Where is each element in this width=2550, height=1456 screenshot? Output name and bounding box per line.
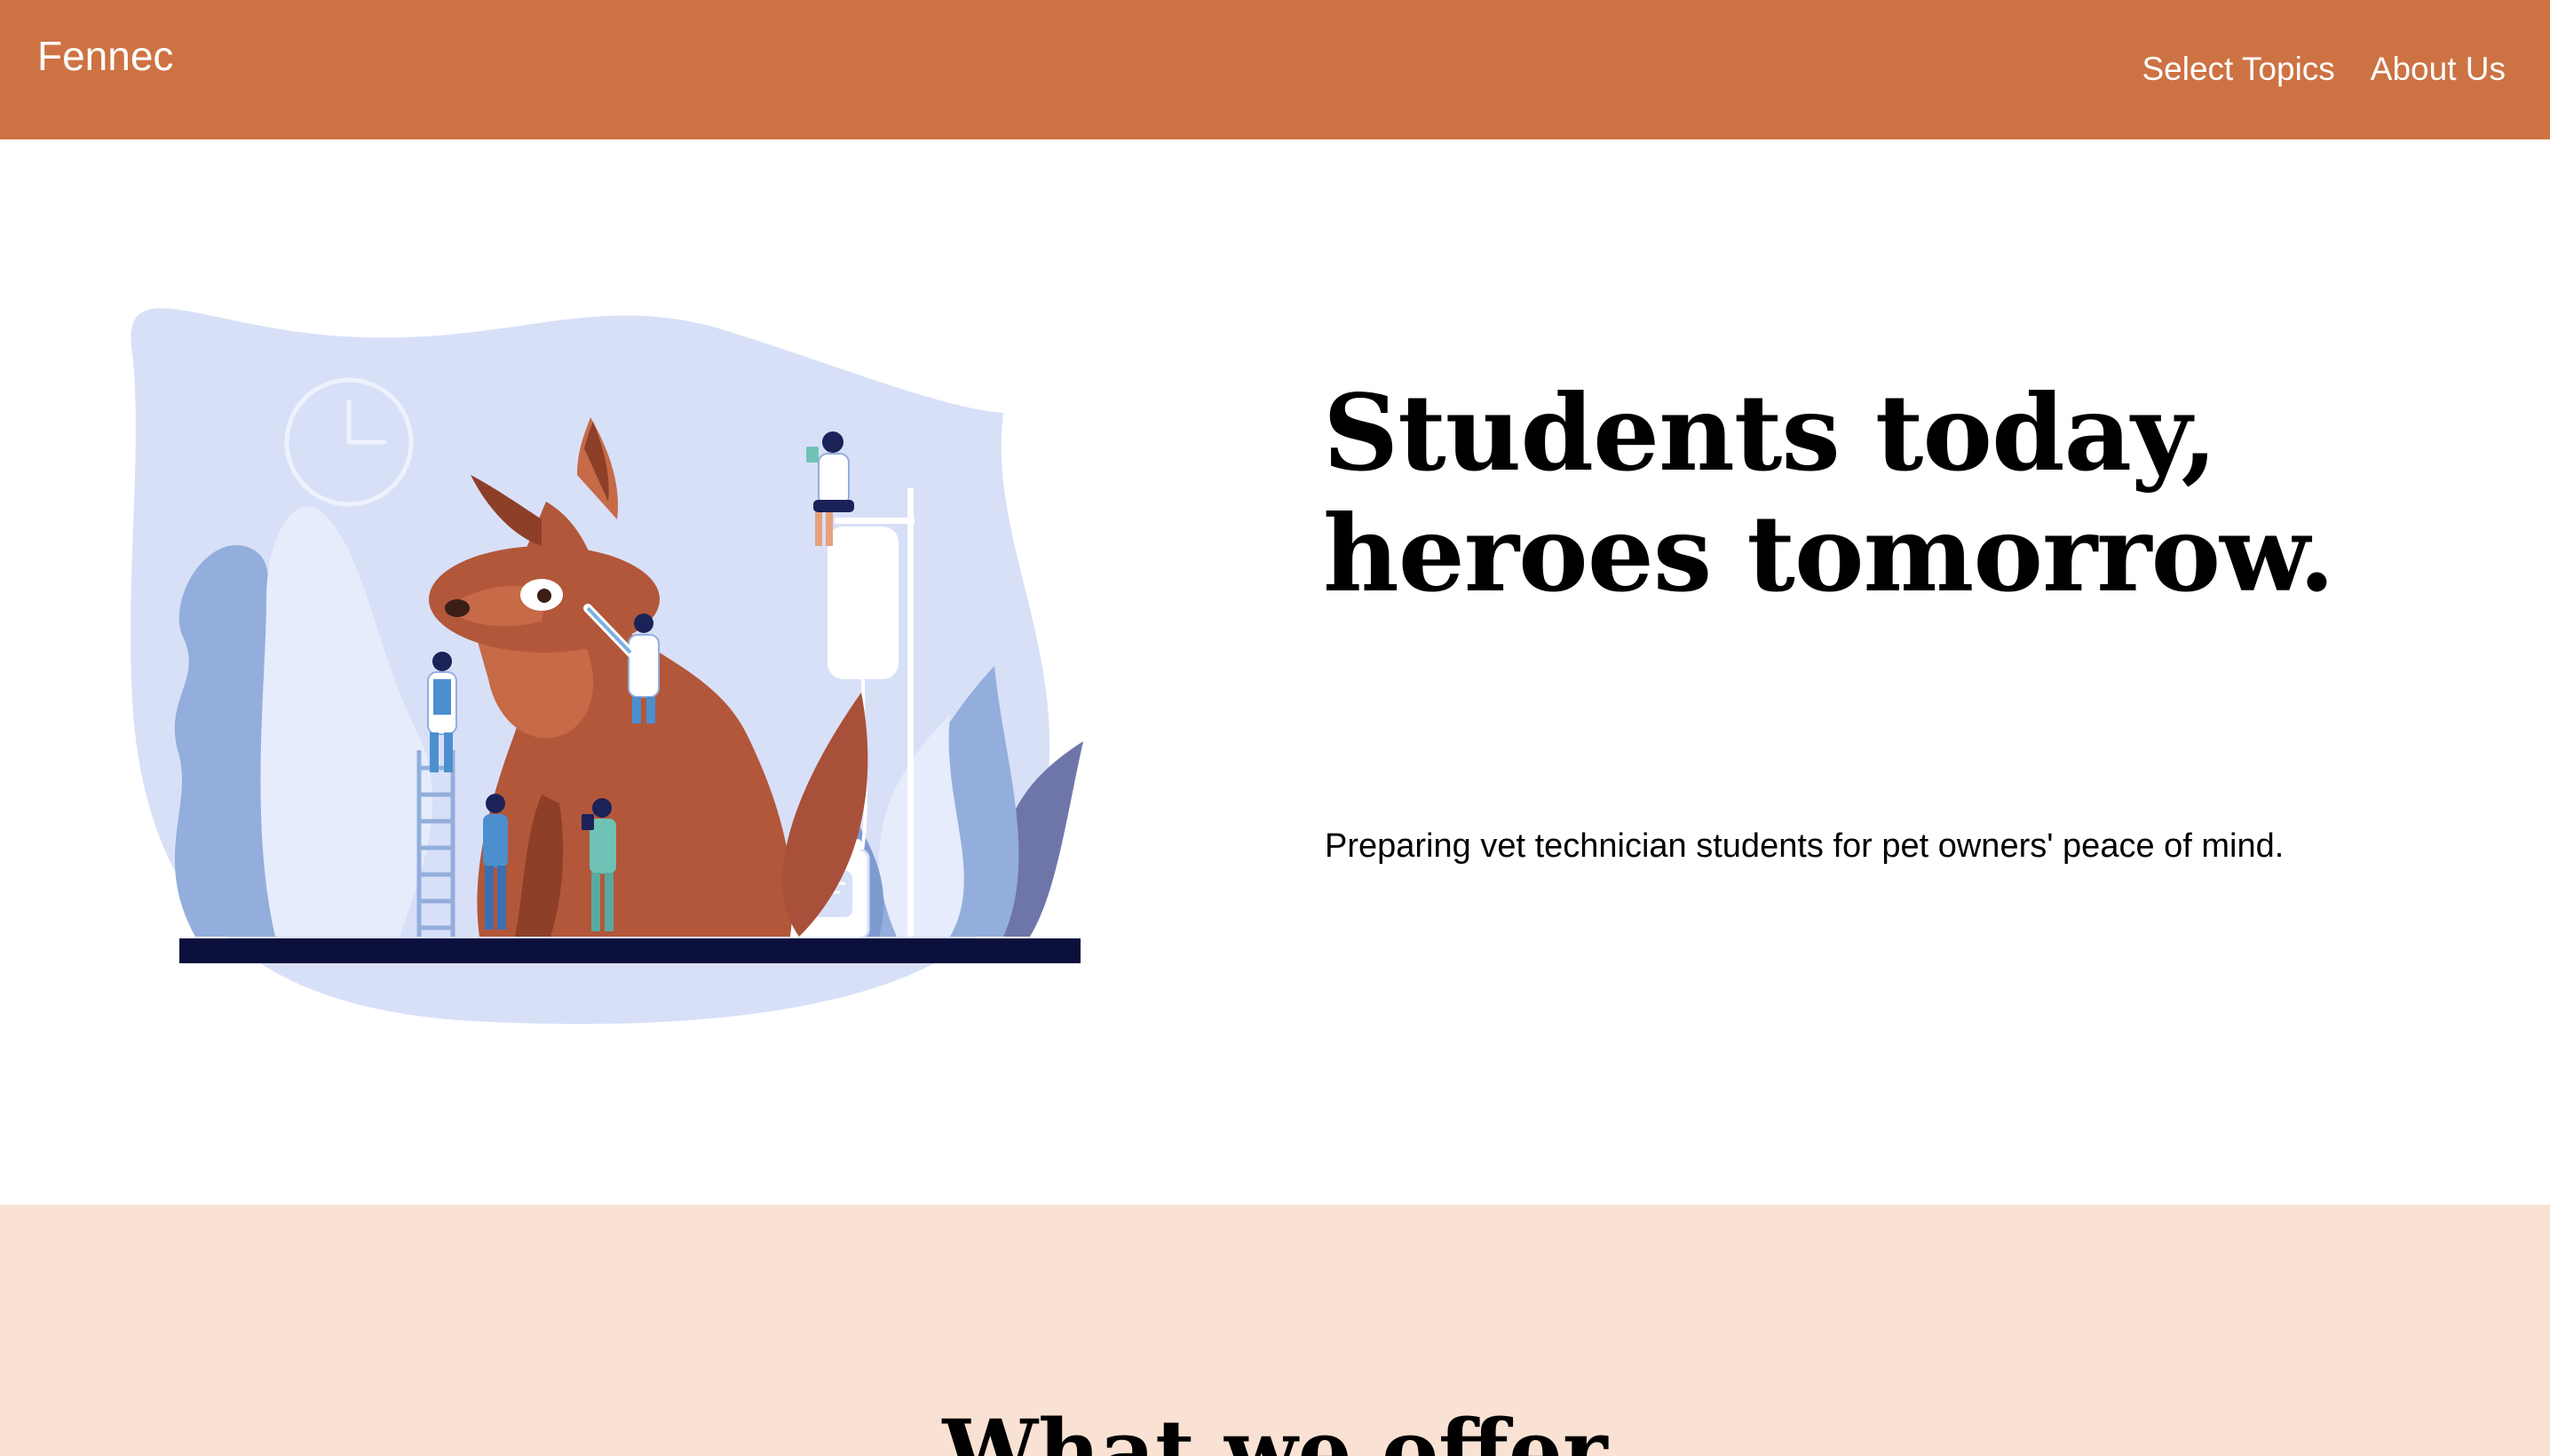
hero-subtitle: Preparing vet technician students for pe… xyxy=(1325,827,2285,865)
hero-title-line-1: Students today, xyxy=(1323,371,2217,495)
nav-links: Select Topics About Us xyxy=(2142,51,2506,88)
nav-link-select-topics[interactable]: Select Topics xyxy=(2142,51,2334,88)
hero-title: Students today, heroes tomorrow. xyxy=(1323,371,2335,615)
top-navbar: Fennec Select Topics About Us xyxy=(0,0,2550,139)
nav-link-about-us[interactable]: About Us xyxy=(2371,51,2506,88)
what-we-offer-section: What we offer xyxy=(0,1205,2550,1456)
hero-title-line-2: heroes tomorrow. xyxy=(1323,492,2335,615)
what-we-offer-heading: What we offer xyxy=(942,1401,1608,1456)
ground-bar xyxy=(179,938,1081,963)
iv-bag xyxy=(828,526,899,679)
iv-arm xyxy=(835,518,915,524)
veterinary-dog-illustration xyxy=(131,308,1083,1025)
iv-pole xyxy=(907,488,914,937)
brand-logo-link[interactable]: Fennec xyxy=(37,36,173,76)
